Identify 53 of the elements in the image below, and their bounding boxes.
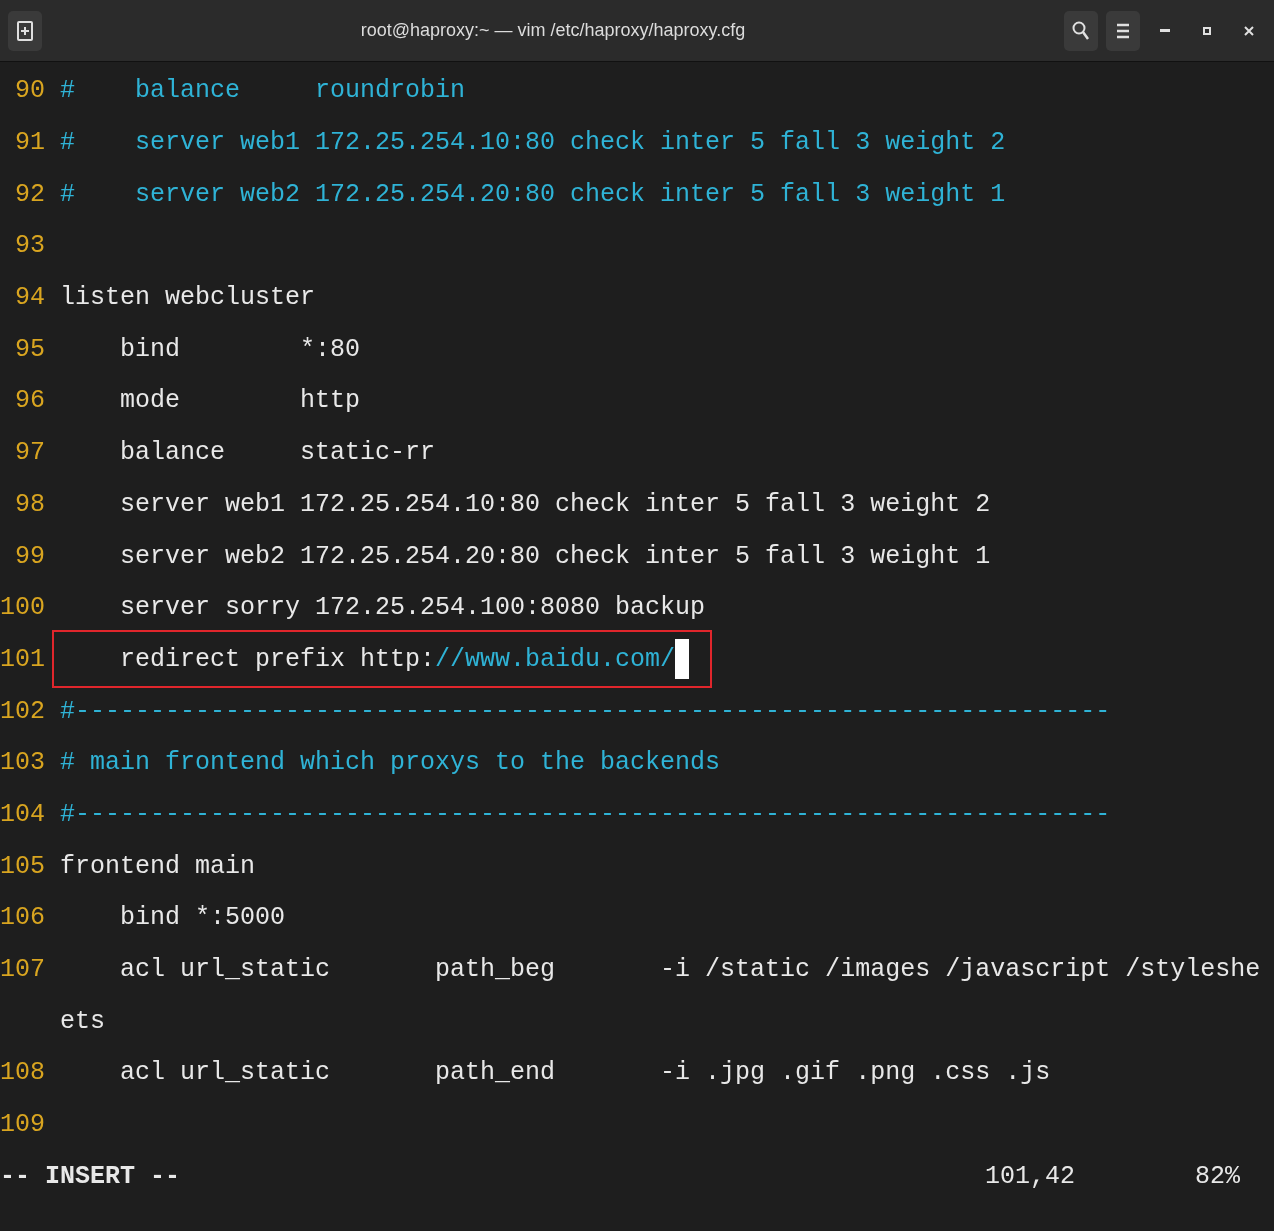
line-number: 103 xyxy=(0,748,45,778)
line-number: 105 xyxy=(0,851,45,881)
code-text: server web1 172.25.254.10:80 check inter 5 fall 3 weight 2 xyxy=(119,489,991,519)
comment-text: #--------------------------------------------------------------------- xyxy=(60,799,1111,829)
code-text: server sorry 172.25.254.100:8080 backup xyxy=(119,593,706,623)
code-text: redirect prefix http: xyxy=(119,644,436,674)
line-number: 100 xyxy=(0,593,45,623)
line-number: 95 xyxy=(14,334,45,364)
line-number: 104 xyxy=(0,799,45,829)
comment-text: //www.baidu.com/ xyxy=(435,644,676,674)
comment-text: # balance roundrobin xyxy=(60,76,466,106)
code-text: ets xyxy=(60,1006,105,1036)
line-number: 97 xyxy=(14,438,45,468)
line-number: 98 xyxy=(14,489,45,519)
line-number: 93 xyxy=(14,231,45,261)
menu-icon xyxy=(1116,22,1130,39)
close-icon xyxy=(1244,25,1254,36)
comment-text: # main frontend which proxys to the backends xyxy=(60,748,721,778)
line-number: 101 xyxy=(0,644,45,674)
new-tab-button[interactable] xyxy=(8,10,42,51)
scroll-percent: 82% xyxy=(1195,1161,1240,1191)
code-text: listen webcluster xyxy=(60,283,316,313)
new-tab-icon xyxy=(17,20,33,41)
line-number: 107 xyxy=(0,955,45,985)
minimize-icon xyxy=(1160,28,1170,33)
comment-text: # server web1 172.25.254.10:80 check inter 5 fall 3 weight 2 xyxy=(60,128,1006,158)
line-number: 90 xyxy=(14,76,45,106)
code-text: server web2 172.25.254.20:80 check inter 5 fall 3 weight 1 xyxy=(119,541,991,571)
mode-indicator: -- INSERT -- xyxy=(0,1161,181,1191)
code-text: mode http xyxy=(119,386,361,416)
comment-text: # server web2 172.25.254.20:80 check inter 5 fall 3 weight 1 xyxy=(60,179,1006,209)
line-number: 106 xyxy=(0,903,45,933)
code-text: bind *:5000 xyxy=(119,903,286,933)
comment-text: #--------------------------------------------------------------------- xyxy=(60,696,1111,726)
line-number: 102 xyxy=(0,696,45,726)
cursor-position: 101,42 xyxy=(984,1161,1075,1191)
line-number: 92 xyxy=(14,179,45,209)
line-number: 109 xyxy=(0,1110,45,1140)
line-number: 94 xyxy=(14,283,45,313)
code-text: acl url_static path_beg -i /static /images /javascript /styleshe xyxy=(119,955,1261,985)
maximize-icon xyxy=(1203,26,1211,35)
code-text: bind *:80 xyxy=(119,334,361,364)
search-button[interactable] xyxy=(1064,10,1098,51)
line-number: 96 xyxy=(14,386,45,416)
line-number: 91 xyxy=(14,128,45,158)
code-text: acl url_static path_end -i .jpg .gif .png .css .js xyxy=(119,1058,1051,1088)
code-text: balance static-rr xyxy=(119,438,436,468)
line-number: 108 xyxy=(0,1058,45,1088)
search-icon xyxy=(1072,20,1090,41)
menu-button[interactable] xyxy=(1106,10,1140,51)
code-text: frontend main xyxy=(60,851,256,881)
window-title: root@haproxy:~ — vim /etc/haproxy/haproxy.cfg xyxy=(359,20,747,41)
line-number: 99 xyxy=(14,541,45,571)
